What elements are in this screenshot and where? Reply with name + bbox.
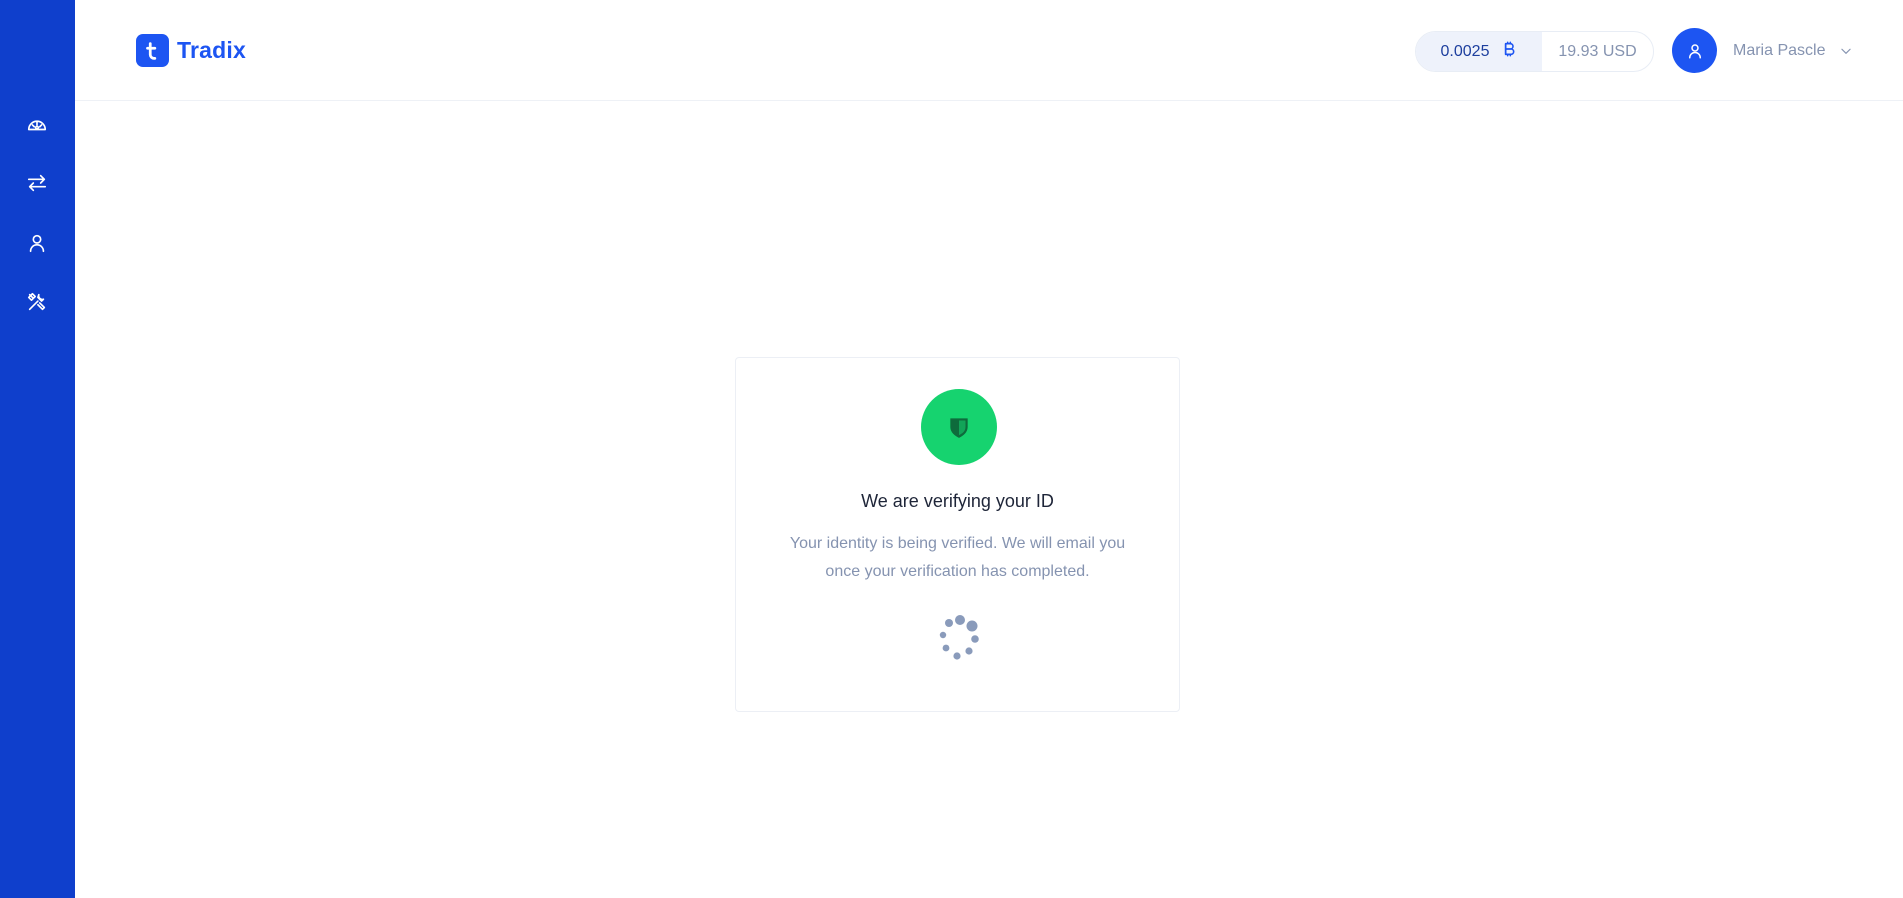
user-name: Maria Pascle (1733, 41, 1826, 59)
sidebar (0, 0, 75, 898)
wallet-balance[interactable]: 0.0025 19.93 USD (1415, 31, 1654, 72)
avatar (1672, 28, 1717, 73)
top-header: Tradix 0.0025 19.93 USD Maria Pascle (75, 0, 1903, 101)
bitcoin-icon (1501, 41, 1517, 62)
shield-badge (921, 389, 997, 465)
shield-icon (950, 418, 968, 438)
tools-icon[interactable] (24, 289, 50, 315)
verification-message: Your identity is being verified. We will… (789, 535, 1126, 580)
verification-card: We are verifying your ID Your identity i… (735, 357, 1180, 712)
btc-balance: 0.0025 (1416, 32, 1542, 71)
user-menu[interactable]: Maria Pascle (1672, 28, 1853, 73)
logo-icon (136, 34, 169, 67)
user-icon[interactable] (24, 230, 50, 256)
brand-name: Tradix (177, 37, 246, 63)
usd-balance: 19.93 USD (1558, 42, 1637, 60)
exchange-icon[interactable] (24, 170, 50, 196)
chevron-down-icon (1841, 48, 1852, 54)
dashboard-icon[interactable] (24, 111, 50, 137)
btc-amount: 0.0025 (1440, 42, 1490, 60)
verification-title: We are verifying your ID (861, 491, 1054, 511)
loading-spinner-icon (939, 615, 979, 660)
brand-logo[interactable]: Tradix (136, 34, 246, 67)
